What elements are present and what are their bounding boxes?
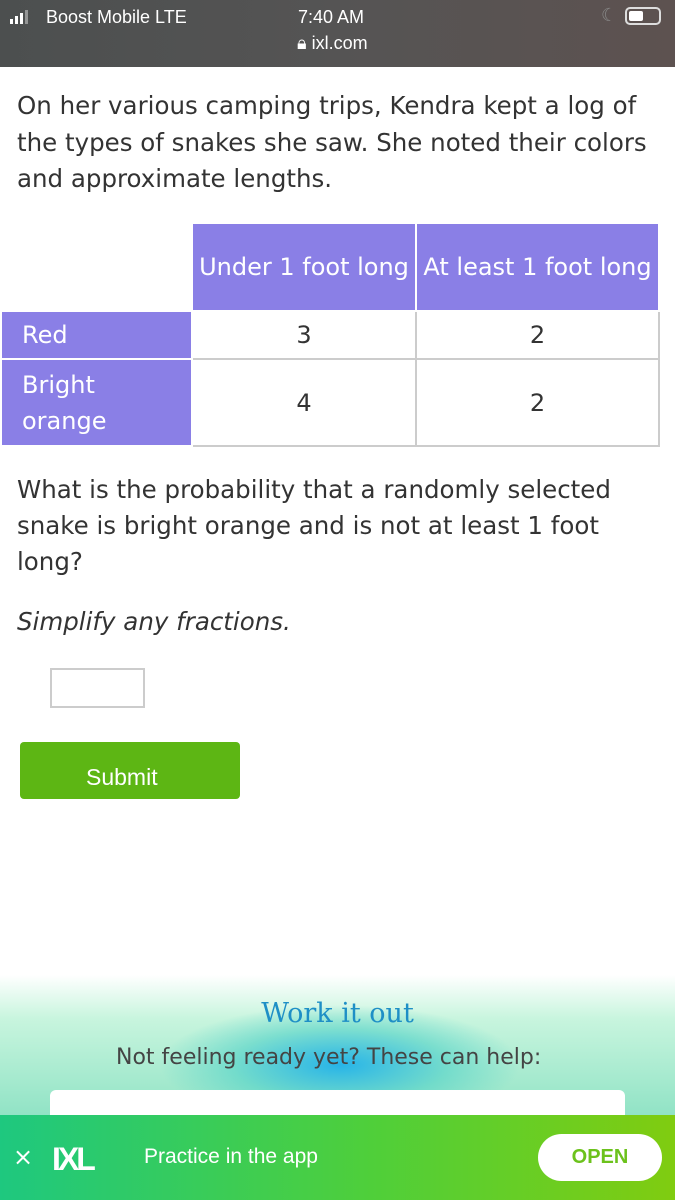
instruction: Simplify any fractions. (17, 607, 291, 636)
row-header: Bright orange (0, 358, 193, 447)
data-table: Under 1 foot long At least 1 foot long R… (0, 222, 660, 447)
answer-input[interactable] (50, 668, 145, 708)
table-row: Red 3 2 (0, 310, 660, 360)
moon-icon: ☾ (601, 5, 618, 25)
ixl-logo: IXL (52, 1141, 96, 1177)
help-subtitle: Not feeling ready yet? These can help: (116, 1045, 542, 1070)
submit-button[interactable]: Submit (20, 742, 240, 799)
column-header: Under 1 foot long (191, 222, 417, 312)
status-bar: Boost Mobile LTE 7:40 AM 🔒︎ ixl.com ☾ (0, 0, 675, 67)
clock: 7:40 AM (298, 7, 365, 27)
url: ixl.com (311, 33, 368, 53)
table-cell: 4 (191, 358, 417, 447)
question-intro: On her various camping trips, Kendra kep… (17, 91, 647, 193)
table-cell: 3 (191, 310, 417, 360)
row-header: Red (0, 310, 193, 360)
signal-icon (10, 10, 28, 24)
question-prompt: What is the probability that a randomly … (17, 475, 611, 576)
column-header: At least 1 foot long (415, 222, 660, 312)
lock-icon: 🔒︎ (297, 33, 307, 53)
battery-icon (625, 7, 661, 25)
app-banner: × IXL Practice in the app OPEN (0, 1115, 675, 1200)
table-row: Bright orange 4 2 (0, 358, 660, 447)
table-corner (1, 223, 192, 311)
url-bar[interactable]: 🔒︎ ixl.com (297, 33, 368, 54)
table-cell: 2 (415, 310, 660, 360)
help-section: Work it out Not feeling ready yet? These… (0, 975, 675, 1130)
help-title: Work it out (261, 998, 414, 1029)
banner-text: Practice in the app (144, 1145, 318, 1168)
open-app-button[interactable]: OPEN (538, 1134, 662, 1181)
close-icon[interactable]: × (13, 1143, 33, 1171)
table-cell: 2 (415, 358, 660, 447)
carrier: Boost Mobile LTE (46, 7, 187, 27)
